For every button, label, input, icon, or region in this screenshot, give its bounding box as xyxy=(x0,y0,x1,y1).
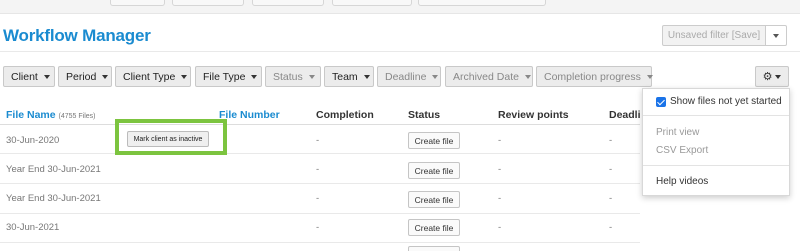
filter-label: Period xyxy=(66,70,97,83)
table-row: 30-Jun-2020 - Create file - - xyxy=(0,125,640,154)
filter-client[interactable]: Client xyxy=(3,66,55,87)
chevron-down-icon xyxy=(524,74,531,79)
create-file-button[interactable]: Create file xyxy=(408,132,460,149)
menu-item-show-not-started[interactable]: Show files not yet started xyxy=(670,96,782,107)
row-review-points: - xyxy=(498,222,502,233)
filter-label: Client xyxy=(11,70,38,83)
row-deadline: - xyxy=(609,193,613,204)
row-deadline: - xyxy=(609,222,613,233)
row-deadline: - xyxy=(609,135,613,146)
create-file-button[interactable]: Create file xyxy=(408,219,460,236)
row-deadline: - xyxy=(609,164,613,175)
row-completion: - xyxy=(316,193,320,204)
row-completion: - xyxy=(316,135,320,146)
chevron-down-icon xyxy=(43,74,50,79)
row-completion: - xyxy=(316,164,320,175)
chevron-down-icon xyxy=(363,74,370,79)
row-file-name: Year End 30-Jun-2021 xyxy=(6,164,101,175)
row-file-name: 30-Jun-2020 xyxy=(6,135,60,146)
chevron-down-icon xyxy=(775,74,782,79)
filter-team[interactable]: Team xyxy=(324,66,374,87)
column-deadline: Deadli xyxy=(609,109,641,121)
show-not-started-checkbox[interactable] xyxy=(656,97,666,107)
filter-label: Completion progress xyxy=(544,70,641,83)
chevron-down-icon xyxy=(308,74,315,79)
tab-ghost[interactable] xyxy=(110,0,165,6)
tab-ghost[interactable] xyxy=(418,0,546,6)
divider xyxy=(0,51,800,52)
settings-button[interactable]: ⚙ xyxy=(755,66,789,87)
chevron-down-icon xyxy=(432,74,439,79)
save-filter-dropdown-button[interactable] xyxy=(766,25,787,46)
menu-item-print-view[interactable]: Print view xyxy=(656,127,699,138)
column-file-name-label: File Name xyxy=(6,109,56,121)
top-tab-strip xyxy=(0,0,800,14)
filter-archived-date[interactable]: Archived Date xyxy=(445,66,533,87)
filter-label: Team xyxy=(332,70,358,83)
column-completion: Completion xyxy=(316,109,374,121)
filter-label: Status xyxy=(273,70,303,83)
chevron-down-icon xyxy=(646,74,653,79)
filter-client-type[interactable]: Client Type xyxy=(115,66,191,87)
column-status: Status xyxy=(408,109,441,121)
divider xyxy=(643,115,789,116)
filter-label: File Type xyxy=(203,70,246,83)
gear-icon: ⚙ xyxy=(762,71,773,83)
row-review-points: - xyxy=(498,193,502,204)
create-file-button[interactable] xyxy=(408,246,460,251)
file-count: (4755 Files) xyxy=(58,113,96,120)
column-file-number[interactable]: File Number xyxy=(219,109,280,121)
filter-completion-progress[interactable]: Completion progress xyxy=(536,66,653,87)
tab-ghost[interactable] xyxy=(332,0,412,6)
table-row: 30-Jun-2021 - Create file - - xyxy=(0,214,640,243)
table-row: Year End 30-Jun-2021 - Create file - - xyxy=(0,155,640,184)
create-file-button[interactable]: Create file xyxy=(408,191,460,208)
filter-file-type[interactable]: File Type xyxy=(195,66,262,87)
filter-label: Deadline xyxy=(385,70,427,83)
chevron-down-icon xyxy=(102,74,109,79)
divider xyxy=(643,165,789,166)
create-file-button[interactable]: Create file xyxy=(408,162,460,179)
filter-label: Client Type xyxy=(123,70,176,83)
menu-item-csv-export[interactable]: CSV Export xyxy=(656,145,708,156)
filter-deadline[interactable]: Deadline xyxy=(377,66,441,87)
row-file-name: Year End 30-Jun-2021 xyxy=(6,193,101,204)
chevron-down-icon xyxy=(181,74,188,79)
menu-item-help-videos[interactable]: Help videos xyxy=(656,176,708,187)
row-review-points: - xyxy=(498,164,502,175)
save-filter-button[interactable]: Unsaved filter [Save] xyxy=(662,25,766,46)
filter-status[interactable]: Status xyxy=(265,66,321,87)
row-review-points: - xyxy=(498,135,502,146)
chevron-down-icon xyxy=(773,33,779,38)
mark-client-inactive-button[interactable]: Mark client as inactive xyxy=(127,131,209,147)
page-title: Workflow Manager xyxy=(3,26,151,45)
tab-ghost[interactable] xyxy=(172,0,244,6)
chevron-down-icon xyxy=(251,74,258,79)
settings-dropdown-menu: Show files not yet started Print view CS… xyxy=(642,88,790,196)
row-file-name: 30-Jun-2021 xyxy=(6,222,60,233)
table-row: Year End 30-Jun-2021 - Create file - - xyxy=(0,185,640,214)
tab-ghost[interactable] xyxy=(252,0,324,6)
row-completion: - xyxy=(316,222,320,233)
filter-period[interactable]: Period xyxy=(58,66,112,87)
save-filter-group: Unsaved filter [Save] xyxy=(662,25,787,46)
column-file-name[interactable]: File Name (4755 Files) xyxy=(6,109,96,121)
column-review-points: Review points xyxy=(498,109,569,121)
filter-label: Archived Date xyxy=(453,70,519,83)
